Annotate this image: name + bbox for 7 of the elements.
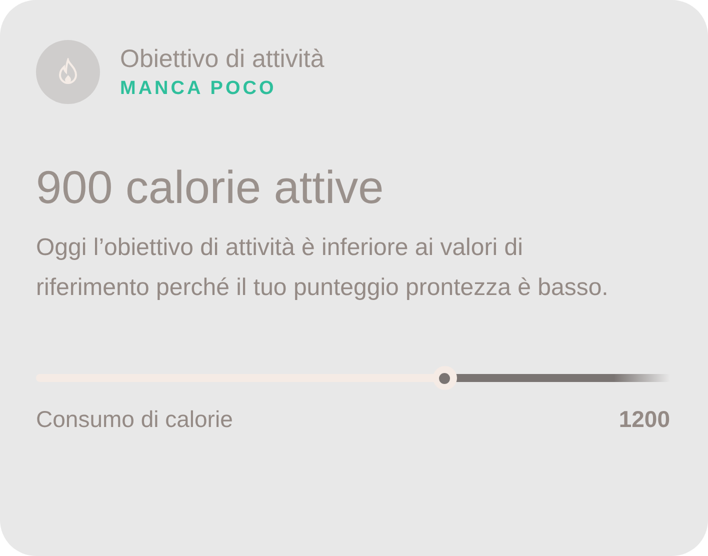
calorie-value: 1200 [618,406,670,433]
card-title: Obiettivo di attività [120,44,324,74]
status-label: MANCA POCO [120,78,278,100]
slider[interactable] [36,366,670,390]
headline: 900 calorie attive [36,160,385,214]
slider-label: Consumo di calorie [36,406,233,433]
description: Oggi l’obiettivo di attività è inferiore ai valori di riferimento perché il tuo punteggio prontezza è basso. [36,233,610,303]
